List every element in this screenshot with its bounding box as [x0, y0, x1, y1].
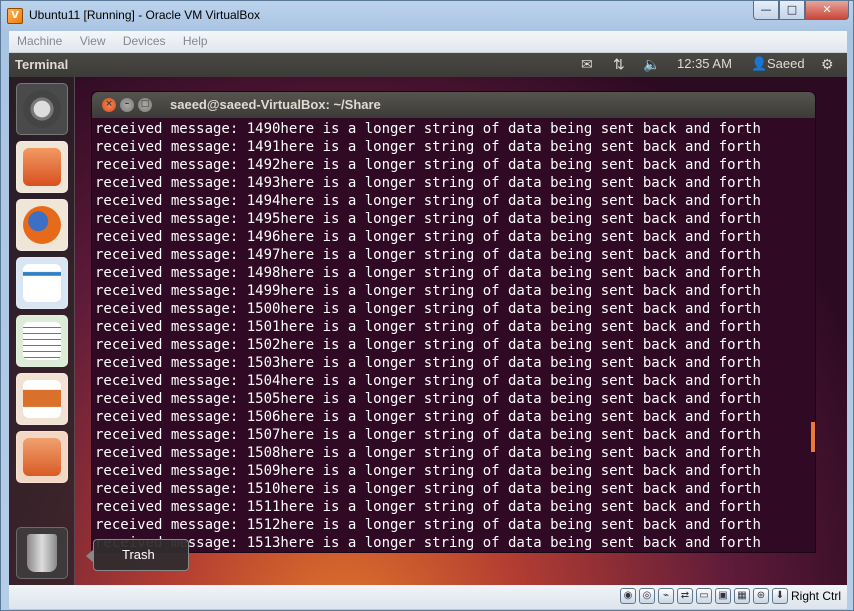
close-button[interactable]: ✕ [805, 1, 849, 20]
libreoffice-calc-icon [23, 322, 61, 360]
terminal-line: received message: 1499here is a longer s… [95, 283, 761, 299]
ubuntu-top-panel: Terminal ✉ ⇅ 🔈 12:35 AM 👤 Saeed ⚙ [9, 53, 847, 77]
terminal-line: received message: 1513here is a longer s… [95, 535, 761, 551]
window-titlebar[interactable]: V Ubuntu11 [Running] - Oracle VM Virtual… [1, 1, 854, 31]
ubuntu-dash-icon [23, 90, 61, 128]
terminal-line: received message: 1498here is a longer s… [95, 265, 761, 281]
session-gear-icon[interactable]: ⚙ [821, 56, 834, 73]
menu-machine[interactable]: Machine [9, 31, 68, 48]
terminal-line: received message: 1510here is a longer s… [95, 481, 761, 497]
launcher-item-impress[interactable] [16, 373, 68, 425]
terminal-line: received message: 1506here is a longer s… [95, 409, 761, 425]
restore-button[interactable]: □ [779, 1, 805, 20]
terminal-line: received message: 1502here is a longer s… [95, 337, 761, 353]
usb-icon[interactable]: ⌁ [657, 588, 674, 604]
terminal-window[interactable]: × – □ saeed@saeed-VirtualBox: ~/Share re… [91, 91, 816, 553]
active-app-name: Terminal [15, 57, 69, 72]
terminal-line: received message: 1512here is a longer s… [95, 517, 761, 533]
launcher-item-writer[interactable] [16, 257, 68, 309]
libreoffice-impress-icon [23, 380, 61, 418]
terminal-output[interactable]: received message: 1490here is a longer s… [95, 120, 805, 552]
terminal-line: received message: 1493here is a longer s… [95, 175, 761, 191]
virtualbox-app-icon: V [7, 8, 23, 24]
window-title: Ubuntu11 [Running] - Oracle VM VirtualBo… [29, 8, 261, 22]
menu-view[interactable]: View [72, 31, 112, 48]
terminal-line: received message: 1504here is a longer s… [95, 373, 761, 389]
terminal-scrollbar[interactable] [811, 422, 815, 452]
ubuntu-software-center-icon [23, 438, 61, 476]
terminal-line: received message: 1509here is a longer s… [95, 463, 761, 479]
network-icon[interactable]: ⇅ [613, 56, 625, 73]
home-folder-icon [23, 148, 61, 186]
launcher-item-trash[interactable] [16, 527, 68, 579]
terminal-line: received message: 1490here is a longer s… [95, 121, 761, 137]
terminal-line: received message: 1508here is a longer s… [95, 445, 761, 461]
vm-status-bar: ◉ ◎ ⌁ ⇄ ▭ ▣ ▦ ⊛ ⬇ Right Ctrl [9, 585, 847, 609]
terminal-title: saeed@saeed-VirtualBox: ~/Share [170, 97, 381, 112]
menu-bar: Machine View Devices Help [9, 31, 847, 53]
terminal-titlebar[interactable]: × – □ saeed@saeed-VirtualBox: ~/Share [92, 92, 815, 118]
launcher-item-calc[interactable] [16, 315, 68, 367]
cpu-icon[interactable]: ▦ [733, 588, 750, 604]
libreoffice-writer-icon [23, 264, 61, 302]
terminal-line: received message: 1501here is a longer s… [95, 319, 761, 335]
terminal-maximize-icon[interactable]: □ [138, 98, 152, 112]
host-key-arrow-icon: ⬇ [771, 588, 788, 604]
terminal-line: received message: 1491here is a longer s… [95, 139, 761, 155]
minimize-button[interactable]: — [753, 1, 779, 20]
hard-disk-icon[interactable]: ◉ [619, 588, 636, 604]
launcher-item-home[interactable] [16, 141, 68, 193]
terminal-line: received message: 1500here is a longer s… [95, 301, 761, 317]
clock[interactable]: 12:35 AM [677, 56, 732, 71]
terminal-minimize-icon[interactable]: – [120, 98, 134, 112]
launcher-tooltip: Trash [86, 539, 189, 571]
virtualbox-window: V Ubuntu11 [Running] - Oracle VM Virtual… [0, 0, 854, 611]
launcher-item-firefox[interactable] [16, 199, 68, 251]
network-adapter-icon[interactable]: ⇄ [676, 588, 693, 604]
terminal-line: received message: 1495here is a longer s… [95, 211, 761, 227]
terminal-line: received message: 1503here is a longer s… [95, 355, 761, 371]
launcher-item-software-center[interactable] [16, 431, 68, 483]
launcher-item-dash[interactable] [16, 83, 68, 135]
display-icon[interactable]: ▣ [714, 588, 731, 604]
menu-devices[interactable]: Devices [115, 31, 172, 48]
menu-help[interactable]: Help [175, 31, 214, 48]
vm-display[interactable]: Terminal ✉ ⇅ 🔈 12:35 AM 👤 Saeed ⚙ × – □ … [9, 53, 847, 585]
host-key-label: Right Ctrl [790, 589, 841, 603]
terminal-line: received message: 1505here is a longer s… [95, 391, 761, 407]
shared-folders-icon[interactable]: ▭ [695, 588, 712, 604]
window-controls: — □ ✕ [753, 1, 849, 21]
mouse-integration-icon[interactable]: ⊛ [752, 588, 769, 604]
user-icon[interactable]: 👤 [751, 56, 767, 72]
terminal-line: received message: 1507here is a longer s… [95, 427, 761, 443]
terminal-line: received message: 1494here is a longer s… [95, 193, 761, 209]
trash-icon [27, 534, 57, 572]
unity-launcher [9, 77, 75, 585]
firefox-icon [23, 206, 61, 244]
terminal-line: received message: 1496here is a longer s… [95, 229, 761, 245]
user-name[interactable]: Saeed [767, 56, 805, 71]
volume-icon[interactable]: 🔈 [643, 56, 660, 73]
terminal-line: received message: 1492here is a longer s… [95, 157, 761, 173]
mail-icon[interactable]: ✉ [581, 56, 593, 73]
terminal-close-icon[interactable]: × [102, 98, 116, 112]
terminal-line: received message: 1511here is a longer s… [95, 499, 761, 515]
optical-drive-icon[interactable]: ◎ [638, 588, 655, 604]
terminal-line: received message: 1497here is a longer s… [95, 247, 761, 263]
